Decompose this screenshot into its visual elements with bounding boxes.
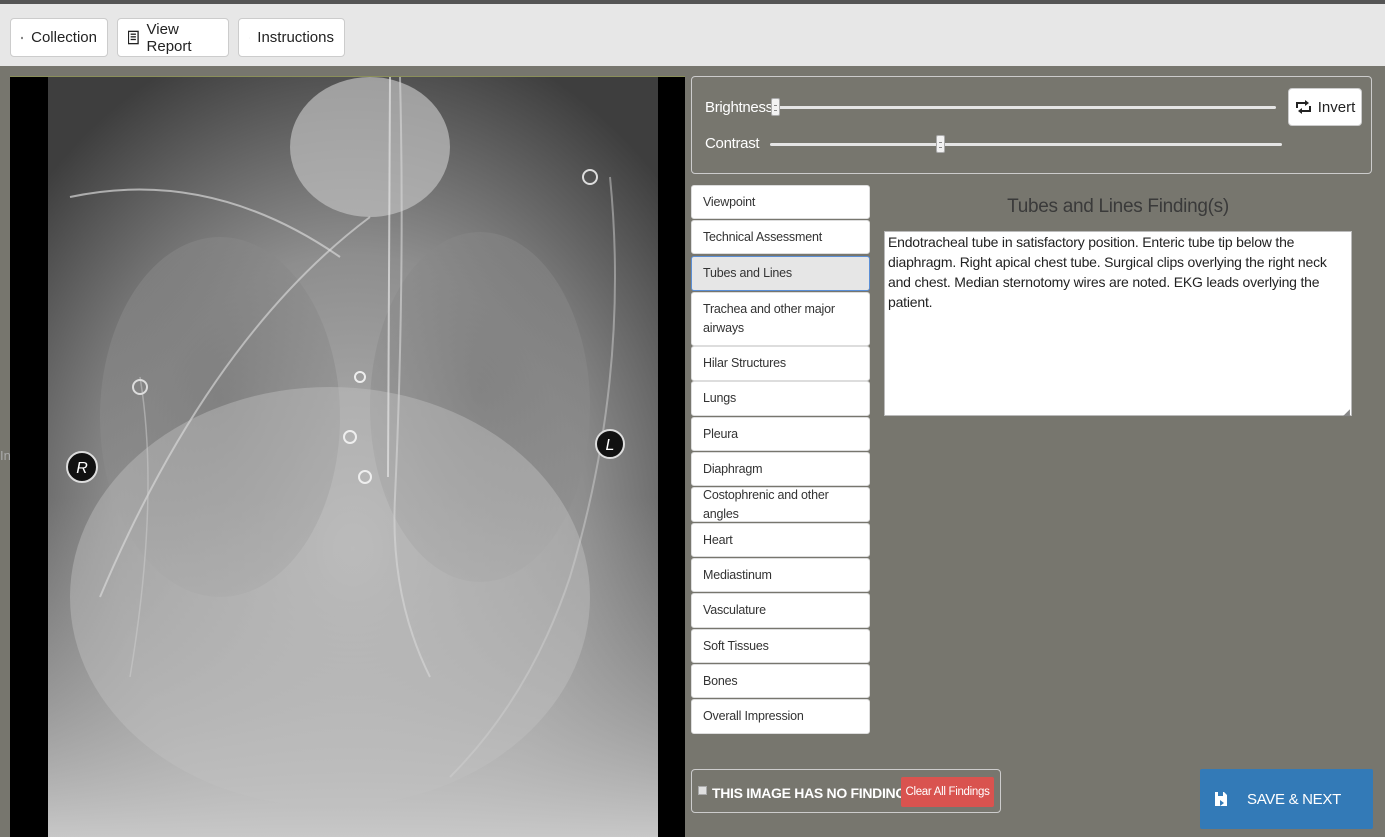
toolbar: Collection View Report Instructions (0, 4, 1385, 66)
document-icon (128, 30, 139, 45)
view-report-label: View Report (146, 20, 192, 55)
view-report-button[interactable]: View Report (117, 18, 229, 57)
grid-icon (21, 36, 24, 39)
category-bones[interactable]: Bones (691, 664, 870, 698)
category-hilar-structures[interactable]: Hilar Structures (691, 346, 870, 381)
contrast-label: Contrast (705, 135, 760, 152)
clear-all-findings-button[interactable]: Clear All Findings (901, 777, 994, 807)
collection-button[interactable]: Collection (10, 18, 108, 57)
category-diaphragm[interactable]: Diaphragm (691, 452, 870, 486)
findings-textarea[interactable]: Endotracheal tube in satisfactory positi… (884, 231, 1352, 416)
contrast-slider-handle[interactable] (935, 135, 945, 153)
collection-label: Collection (31, 29, 97, 46)
findings-title: Tubes and Lines Finding(s) (1007, 196, 1229, 217)
invert-button[interactable]: Invert (1288, 88, 1362, 126)
save-icon (1215, 792, 1227, 806)
save-next-label: SAVE & NEXT (1247, 790, 1341, 808)
contrast-slider[interactable] (770, 135, 1282, 153)
xray-image-viewer[interactable]: R L (10, 76, 685, 837)
brightness-label: Brightness (705, 99, 773, 116)
category-overall-impression[interactable]: Overall Impression (691, 699, 870, 734)
category-technical-assessment[interactable]: Technical Assessment (691, 220, 870, 254)
brightness-slider[interactable] (771, 98, 1276, 116)
category-tubes-and-lines[interactable]: Tubes and Lines (691, 256, 870, 291)
instructions-button[interactable]: Instructions (238, 18, 345, 57)
no-finding-panel: THIS IMAGE HAS NO FINDING Clear All Find… (691, 769, 1001, 813)
category-pleura[interactable]: Pleura (691, 417, 870, 451)
category-viewpoint[interactable]: Viewpoint (691, 185, 870, 219)
category-trachea-and-airways[interactable]: Trachea and other major airways (691, 292, 870, 346)
category-costophrenic-angles[interactable]: Costophrenic and other angles (691, 487, 870, 522)
swap-icon (1295, 100, 1311, 114)
no-finding-checkbox[interactable] (698, 786, 707, 795)
brightness-slider-handle[interactable] (771, 98, 780, 116)
image-controls-panel: Brightness Contrast Invert (691, 76, 1372, 174)
invert-label: Invert (1317, 98, 1356, 116)
resize-grip-icon[interactable]: ◢ (1343, 407, 1350, 418)
no-finding-label: THIS IMAGE HAS NO FINDING (712, 785, 906, 801)
category-mediastinum[interactable]: Mediastinum (691, 558, 870, 592)
category-lungs[interactable]: Lungs (691, 381, 870, 416)
right-marker-letter: R (76, 460, 88, 477)
category-soft-tissues[interactable]: Soft Tissues (691, 629, 870, 663)
save-next-button[interactable]: SAVE & NEXT (1200, 769, 1373, 829)
instructions-label: Instructions (257, 29, 334, 46)
category-heart[interactable]: Heart (691, 523, 870, 557)
chest-xray-image: R L (10, 77, 685, 837)
left-marker-letter: L (606, 437, 615, 454)
category-vasculature[interactable]: Vasculature (691, 593, 870, 628)
